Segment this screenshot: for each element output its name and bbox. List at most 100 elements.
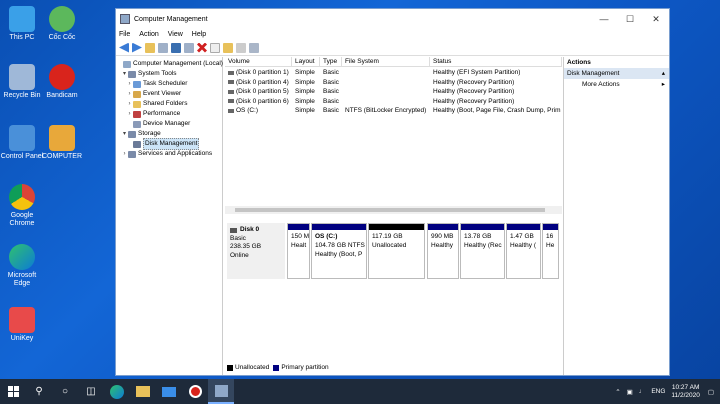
- table-row[interactable]: (Disk 0 partition 6) Simple Basic Health…: [225, 97, 562, 107]
- start-button[interactable]: [0, 379, 26, 404]
- taskbar-bandicam[interactable]: [182, 379, 208, 404]
- table-row[interactable]: (Disk 0 partition 4) Simple Basic Health…: [225, 78, 562, 88]
- chevron-right-icon[interactable]: ›: [121, 149, 128, 159]
- desktop-icon-chrome[interactable]: Google Chrome: [0, 184, 44, 228]
- desktop-icon-label: Bandicam: [46, 92, 78, 99]
- tree-item-performance[interactable]: › Performance: [116, 109, 222, 119]
- taskbar-mail[interactable]: [156, 379, 182, 404]
- close-button[interactable]: ✕: [643, 9, 669, 29]
- volume-type: Basic: [323, 88, 339, 95]
- column-header-layout[interactable]: Layout: [292, 57, 320, 66]
- task-view-button-2[interactable]: ◫: [78, 379, 104, 404]
- menu-view[interactable]: View: [168, 31, 183, 38]
- volume-icon[interactable]: ♩: [639, 388, 646, 395]
- tree-item-services[interactable]: › Services and Applications: [116, 149, 222, 159]
- system-tray: ⌃ ▣ ♩ ENG 10:27 AM 11/2/2020 ▢: [615, 379, 714, 404]
- partition-block[interactable]: 16 He: [542, 223, 559, 279]
- up-folder-icon[interactable]: [145, 42, 155, 53]
- language-indicator[interactable]: ENG: [651, 388, 665, 395]
- column-header-type[interactable]: Type: [320, 57, 342, 66]
- desktop-icon-unikey[interactable]: UniKey: [0, 307, 44, 343]
- menu-file[interactable]: File: [119, 31, 130, 38]
- folder-icon: [133, 100, 141, 108]
- navigation-tree: Computer Management (Local) ▾ System Too…: [116, 57, 223, 375]
- disk-info[interactable]: Disk 0 Basic 238.35 GB Online: [227, 223, 285, 279]
- help-icon[interactable]: [171, 42, 181, 53]
- search-icon[interactable]: [236, 42, 246, 53]
- volume-layout: Simple: [295, 88, 315, 95]
- tree-item-shared-folders[interactable]: › Shared Folders: [116, 99, 222, 109]
- delete-icon[interactable]: [197, 42, 207, 53]
- desktop-icon-edge[interactable]: Microsoft Edge: [0, 244, 44, 288]
- performance-icon: [133, 110, 141, 118]
- table-row[interactable]: (Disk 0 partition 5) Simple Basic Health…: [225, 87, 562, 97]
- task-view-button[interactable]: ○: [52, 379, 78, 404]
- partition-block[interactable]: OS (C:) 104.78 GB NTFS Healthy (Boot, P: [311, 223, 367, 279]
- desktop-icon-coc-coc[interactable]: Cốc Cốc: [40, 6, 84, 42]
- table-row[interactable]: OS (C:) Simple Basic NTFS (BitLocker Enc…: [225, 106, 562, 116]
- maximize-button[interactable]: ☐: [617, 9, 643, 29]
- edge-icon: [110, 384, 124, 399]
- tree-item-task-scheduler[interactable]: › Task Scheduler: [116, 79, 222, 89]
- check-icon[interactable]: [210, 42, 220, 53]
- table-row[interactable]: (Disk 0 partition 1) Simple Basic Health…: [225, 68, 562, 78]
- column-header-file-system[interactable]: File System: [342, 57, 430, 66]
- clock[interactable]: 10:27 AM 11/2/2020: [671, 384, 699, 400]
- partition-block[interactable]: 990 MB Healthy: [427, 223, 459, 279]
- chevron-right-icon[interactable]: ›: [126, 79, 133, 89]
- volume-table-header: Volume Layout Type File System Status: [225, 57, 562, 67]
- partition-block[interactable]: 13.78 GB Healthy (Rec: [460, 223, 505, 279]
- disk-graphical-view: Disk 0 Basic 238.35 GB Online 150 M Heal…: [225, 219, 562, 329]
- view-icon[interactable]: [184, 42, 194, 53]
- partition-status: Healthy (Boot, P: [315, 251, 363, 258]
- desktop-icon-control-panel[interactable]: Control Panel: [0, 125, 44, 161]
- column-header-volume[interactable]: Volume: [225, 57, 292, 66]
- chevron-right-icon[interactable]: ›: [126, 109, 133, 119]
- column-header-status[interactable]: Status: [430, 57, 562, 66]
- network-icon[interactable]: ▣: [627, 388, 633, 396]
- desktop-icon-recycle-bin[interactable]: Recycle Bin: [0, 64, 44, 100]
- partition-status: Healthy (Rec: [464, 242, 502, 249]
- tree-item-root[interactable]: Computer Management (Local): [116, 59, 223, 69]
- partition-block[interactable]: 117.19 GB Unallocated: [368, 223, 425, 279]
- computer-icon: [9, 6, 35, 32]
- partition-block[interactable]: 1.47 GB Healthy (: [506, 223, 541, 279]
- menu-action[interactable]: Action: [139, 31, 158, 38]
- volume-status: Healthy (Boot, Page File, Crash Dump, Pr…: [433, 107, 561, 114]
- tree-item-disk-management[interactable]: Disk Management: [116, 138, 222, 150]
- open-folder-icon[interactable]: [223, 42, 233, 53]
- more-actions-item[interactable]: More Actions ▸: [564, 79, 669, 91]
- show-tree-icon[interactable]: [158, 42, 168, 53]
- chevron-right-icon[interactable]: ›: [126, 99, 133, 109]
- forward-icon[interactable]: [132, 42, 142, 53]
- taskbar-file-explorer[interactable]: [130, 379, 156, 404]
- volume-icon: [228, 99, 234, 104]
- search-button[interactable]: ⚲: [26, 379, 52, 404]
- minimize-button[interactable]: —: [591, 9, 617, 29]
- desktop-icon-bandicam[interactable]: Bandicam: [40, 64, 84, 100]
- primary-partition-swatch: [273, 364, 280, 371]
- chevron-down-icon[interactable]: ▾: [121, 69, 128, 79]
- tree-item-label: System Tools: [138, 70, 177, 77]
- back-icon[interactable]: [119, 42, 129, 53]
- scrollbar-thumb[interactable]: [235, 208, 545, 212]
- chevron-up-icon[interactable]: ⌃: [615, 388, 620, 396]
- tree-item-device-manager[interactable]: Device Manager: [116, 119, 222, 129]
- horizontal-scrollbar[interactable]: [225, 206, 562, 214]
- actions-section-disk-management[interactable]: Disk Management ▴: [564, 68, 669, 79]
- desktop-icon-this-pc[interactable]: This PC: [0, 6, 44, 42]
- chevron-down-icon[interactable]: ▾: [121, 129, 128, 139]
- chevron-up-icon[interactable]: ▴: [662, 68, 665, 79]
- properties-icon[interactable]: [249, 42, 259, 53]
- tree-item-event-viewer[interactable]: › Event Viewer: [116, 89, 222, 99]
- volume-type: Basic: [323, 69, 339, 76]
- notifications-icon[interactable]: ▢: [708, 388, 714, 396]
- chevron-right-icon[interactable]: ›: [126, 89, 133, 99]
- desktop-icon-computer[interactable]: COMPUTER: [40, 125, 84, 161]
- partition-block[interactable]: 150 M Healt: [287, 223, 310, 279]
- title-bar[interactable]: Computer Management — ☐ ✕: [116, 9, 669, 29]
- menu-help[interactable]: Help: [192, 31, 206, 38]
- taskbar-edge[interactable]: [104, 379, 130, 404]
- tree-item-system-tools[interactable]: ▾ System Tools: [116, 69, 222, 79]
- taskbar-computer-management[interactable]: [208, 379, 234, 404]
